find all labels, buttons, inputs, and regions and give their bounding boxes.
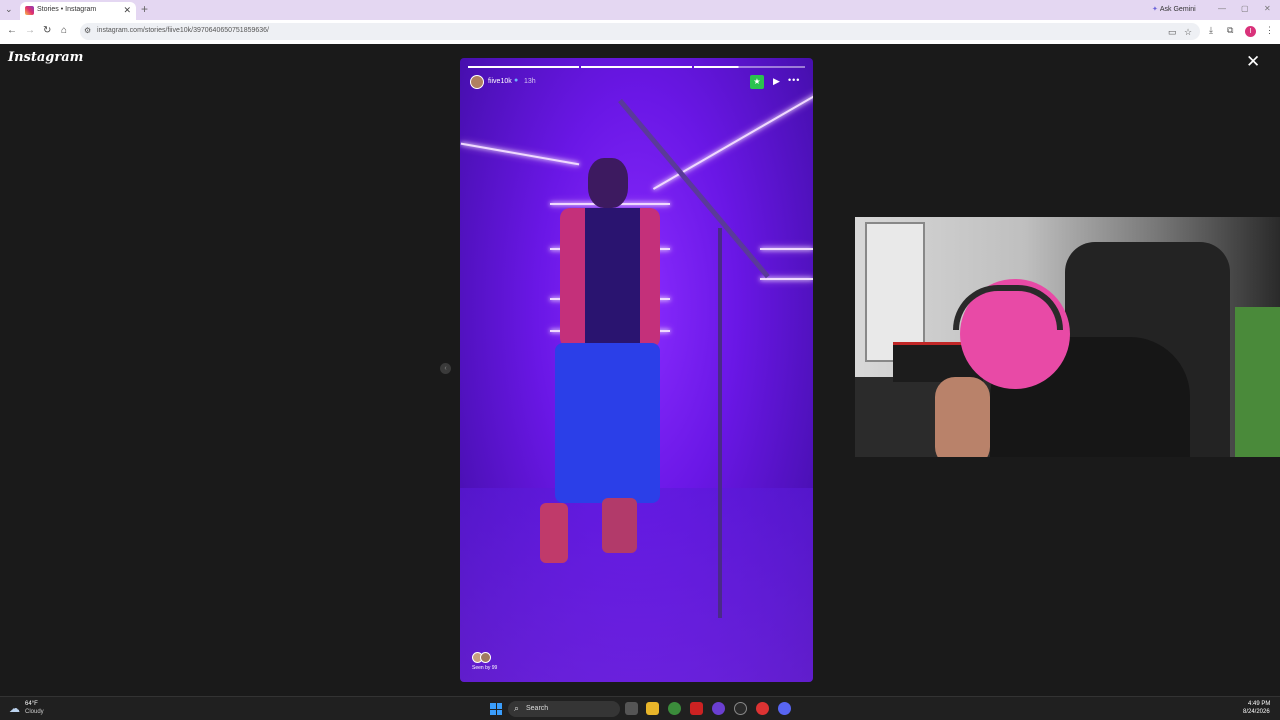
weather-temperature[interactable]: 64°F	[25, 701, 38, 707]
story-card[interactable]: fiive10k ● 13h ★ ▶ ••• Seen by 99	[460, 58, 813, 682]
task-view-icon[interactable]	[625, 702, 638, 715]
windows-taskbar: ☁ 64°F Cloudy ⌕ Search 4:49 PM 8/24/2026	[0, 696, 1280, 720]
ask-gemini-label: Ask Gemini	[1159, 6, 1196, 13]
tab-search-icon[interactable]: ⌄	[5, 4, 15, 16]
person-shirt-front	[585, 208, 640, 348]
tab-instagram-stories[interactable]: Stories • Instagram ✕	[20, 2, 136, 20]
person-pants	[555, 343, 660, 503]
tab-close-icon[interactable]: ✕	[123, 5, 131, 16]
search-icon: ⌕	[514, 703, 520, 713]
weather-condition[interactable]: Cloudy	[25, 709, 44, 715]
new-tab-button[interactable]: +	[141, 2, 148, 16]
neon-light	[460, 142, 580, 166]
more-options-icon[interactable]: •••	[788, 75, 800, 85]
story-username[interactable]: fiive10k	[488, 78, 512, 85]
address-bar[interactable]: ⚙ instagram.com/stories/fiive10k/3970640…	[80, 23, 1200, 40]
discord-icon[interactable]	[778, 702, 791, 715]
close-stories-icon[interactable]: ✕	[1246, 52, 1260, 72]
seen-by-avatars[interactable]	[472, 652, 496, 664]
instagram-logo[interactable]: Instagram	[8, 50, 83, 65]
person-boot	[602, 498, 637, 553]
reload-icon[interactable]: ↻	[43, 25, 51, 36]
webcam-person-arm	[935, 377, 990, 457]
browser-tab-strip: ⌄ Stories • Instagram ✕ + ✦ Ask Gemini — …	[0, 0, 1280, 20]
download-icon[interactable]: ⤓	[1209, 25, 1213, 36]
windows-logo-icon	[496, 709, 502, 715]
app-circle-icon[interactable]	[734, 702, 747, 715]
taskbar-search-label: Search	[526, 705, 549, 712]
clock-date[interactable]: 8/24/2026	[1243, 709, 1270, 715]
clock-time[interactable]: 4:49 PM	[1248, 701, 1270, 707]
app-purple-icon[interactable]	[712, 702, 725, 715]
person-boot	[540, 503, 568, 563]
bookmark-star-icon[interactable]: ☆	[1184, 27, 1192, 38]
person-head	[588, 158, 628, 208]
profile-avatar[interactable]: I	[1245, 26, 1256, 37]
close-friends-star-icon: ★	[750, 75, 764, 89]
neon-light	[760, 278, 813, 280]
play-icon[interactable]: ▶	[773, 76, 780, 87]
progress-segment	[581, 66, 692, 68]
extensions-icon[interactable]: ⧉	[1227, 25, 1233, 36]
webcam-green-floor	[1235, 307, 1280, 457]
previous-story-icon[interactable]: ‹	[440, 363, 451, 374]
browser-menu-icon[interactable]: ⋮	[1265, 25, 1274, 36]
url-text[interactable]: instagram.com/stories/fiive10k/397064065…	[97, 27, 269, 34]
chrome-active-icon[interactable]	[756, 702, 769, 715]
story-user-avatar[interactable]	[470, 75, 484, 89]
webcam-overlay	[855, 217, 1280, 457]
home-icon[interactable]: ⌂	[61, 25, 67, 36]
windows-logo-icon	[490, 709, 496, 715]
progress-segment-current	[694, 66, 805, 68]
neon-light	[760, 248, 813, 250]
site-info-icon[interactable]: ⚙	[84, 26, 91, 35]
app-red-icon[interactable]	[690, 702, 703, 715]
progress-segment	[468, 66, 579, 68]
viewer-avatar	[480, 652, 491, 663]
story-time: 13h	[524, 78, 536, 85]
back-icon[interactable]: ←	[7, 25, 17, 36]
chrome-icon[interactable]	[668, 702, 681, 715]
taskbar-search[interactable]: ⌕ Search	[508, 701, 620, 717]
start-button[interactable]	[490, 703, 502, 715]
install-app-icon[interactable]: ▭	[1168, 27, 1177, 38]
maximize-icon[interactable]: ▢	[1241, 4, 1249, 13]
ask-gemini-button[interactable]: ✦ Ask Gemini	[1152, 5, 1196, 13]
weather-cloud-icon[interactable]: ☁	[9, 702, 20, 715]
mic-stand	[718, 228, 722, 618]
verified-badge-icon: ●	[514, 77, 519, 84]
minimize-icon[interactable]: —	[1218, 4, 1226, 13]
window-close-icon[interactable]: ✕	[1264, 4, 1271, 13]
story-progress-bar	[468, 66, 805, 68]
forward-icon[interactable]: →	[25, 25, 35, 36]
windows-logo-icon	[490, 703, 496, 709]
browser-toolbar: ← → ↻ ⌂ ⚙ instagram.com/stories/fiive10k…	[0, 20, 1280, 44]
webcam-window	[865, 222, 925, 362]
instagram-favicon-icon	[25, 6, 34, 15]
file-explorer-icon[interactable]	[646, 702, 659, 715]
gemini-star-icon: ✦	[1152, 6, 1158, 13]
windows-logo-icon	[496, 703, 502, 709]
neon-light	[652, 88, 813, 190]
tab-title: Stories • Instagram	[37, 6, 97, 13]
seen-by-label[interactable]: Seen by 99	[472, 665, 497, 671]
